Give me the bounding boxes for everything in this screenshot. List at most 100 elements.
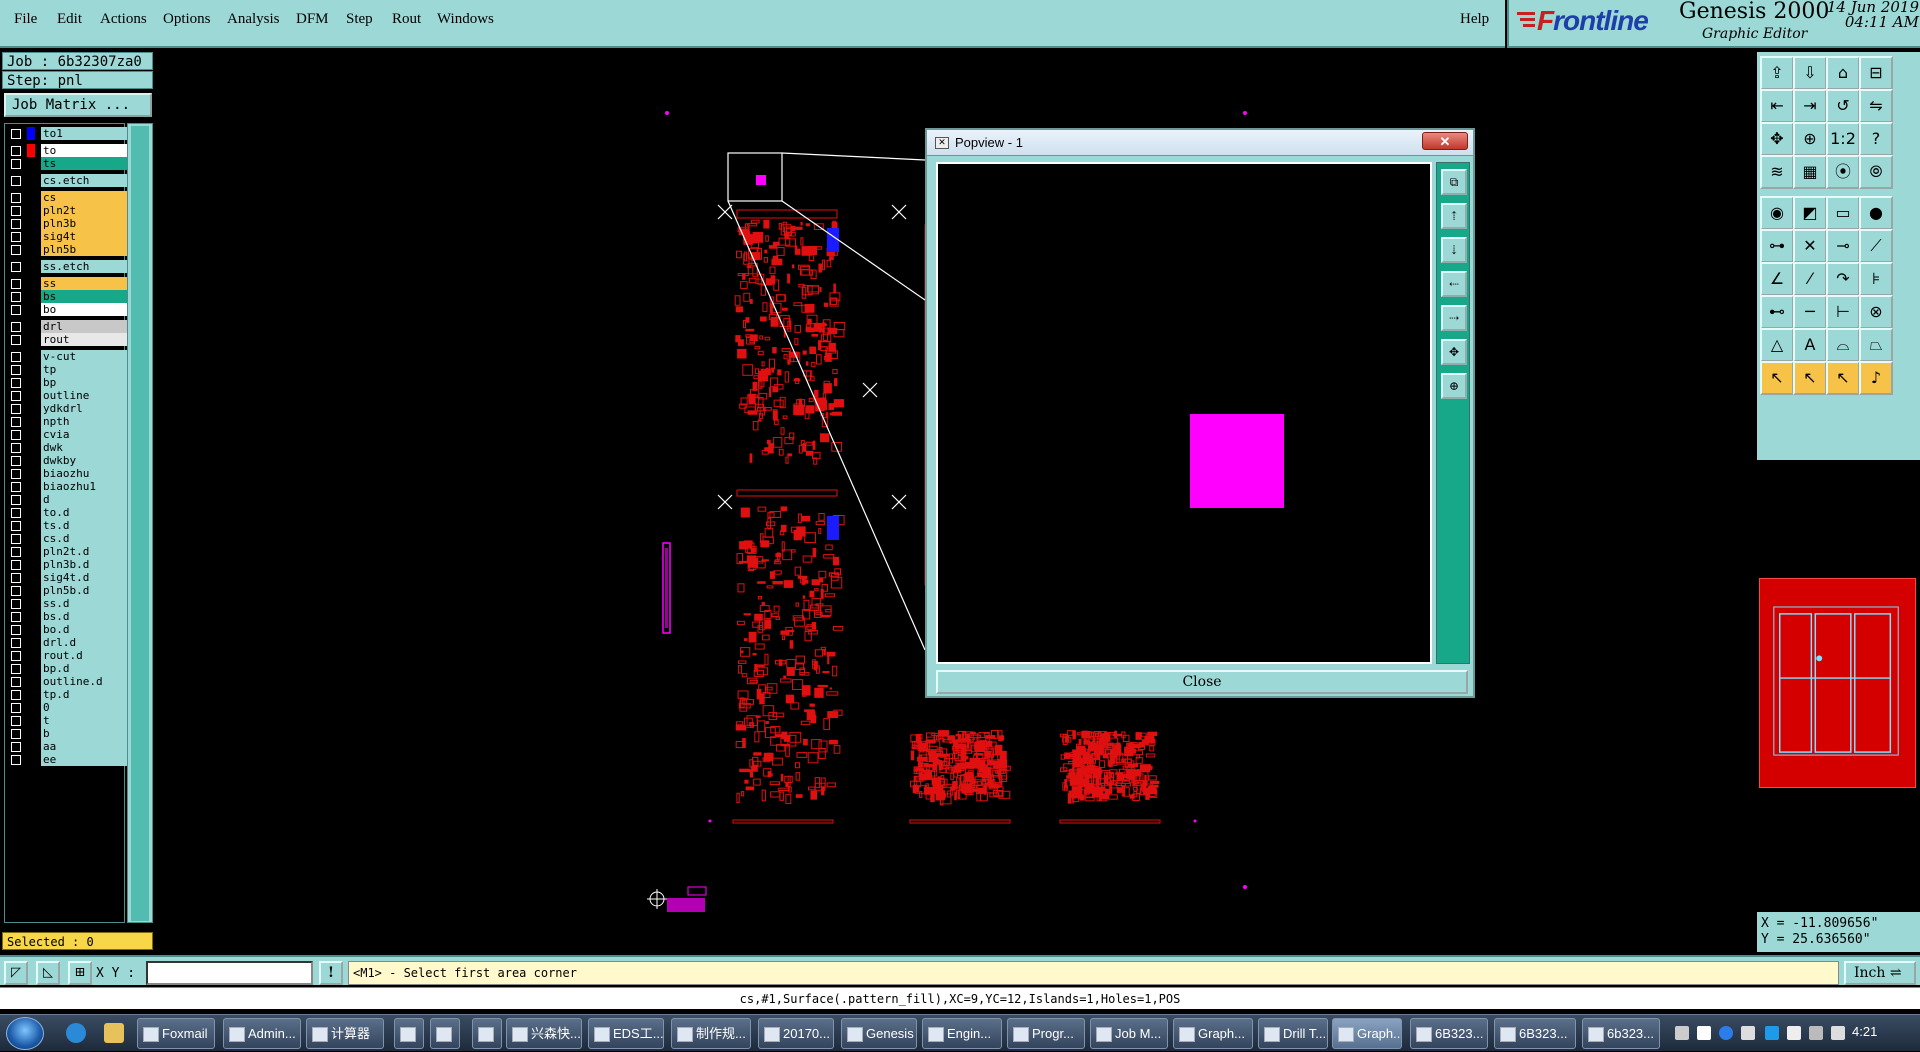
stretch-icon[interactable]: ⊢: [1826, 295, 1860, 329]
layer-row[interactable]: bo.d: [7, 623, 129, 636]
layer-row[interactable]: pln5b.d: [7, 584, 129, 597]
help-tray-icon[interactable]: [1719, 1026, 1733, 1040]
layer-checkbox[interactable]: [11, 430, 21, 440]
layer-checkbox[interactable]: [11, 742, 21, 752]
layer-row[interactable]: bo: [7, 303, 129, 316]
layer-checkbox[interactable]: [11, 716, 21, 726]
menu-actions[interactable]: Actions: [100, 11, 147, 28]
pan-right-icon[interactable]: ⇢: [1441, 305, 1467, 331]
layer-row[interactable]: cvia: [7, 428, 129, 441]
grid-mode-icon[interactable]: ⊞: [68, 961, 92, 985]
layer-checkbox[interactable]: [11, 322, 21, 332]
pattern-icon[interactable]: ⊧: [1859, 262, 1893, 296]
taskbar-item[interactable]: [472, 1018, 502, 1049]
security-icon[interactable]: [1765, 1026, 1779, 1040]
layer-row[interactable]: pln5b: [7, 243, 129, 256]
ie-icon[interactable]: [66, 1023, 86, 1043]
select2-icon[interactable]: ↖: [1793, 361, 1827, 395]
layer-row[interactable]: rout: [7, 333, 129, 346]
menu-edit[interactable]: Edit: [57, 11, 82, 28]
layer-checkbox[interactable]: [11, 677, 21, 687]
layer-row[interactable]: 0: [7, 701, 129, 714]
layer-row[interactable]: pln3b: [7, 217, 129, 230]
layer-checkbox[interactable]: [11, 292, 21, 302]
move-icon[interactable]: ⊷: [1760, 295, 1794, 329]
layer-row[interactable]: bp.d: [7, 662, 129, 675]
taskbar-item[interactable]: 制作规...: [671, 1018, 751, 1049]
layer-row[interactable]: pln2t.d: [7, 545, 129, 558]
pen-icon[interactable]: [1697, 1026, 1711, 1040]
menu-analysis[interactable]: Analysis: [227, 11, 280, 28]
stroke-icon[interactable]: ⁄: [1793, 262, 1827, 296]
taskbar-item[interactable]: 6B323...: [1410, 1018, 1488, 1049]
menu-dfm[interactable]: DFM: [296, 11, 329, 28]
layer-checkbox[interactable]: [11, 638, 21, 648]
layer-row[interactable]: npth: [7, 415, 129, 428]
layer-checkbox[interactable]: [11, 560, 21, 570]
connect-icon[interactable]: ⊶: [1760, 229, 1794, 263]
taskbar-item[interactable]: 计算器: [306, 1018, 384, 1049]
layer-row[interactable]: to.d: [7, 506, 129, 519]
menu-options[interactable]: Options: [163, 11, 211, 28]
explorer-icon[interactable]: [104, 1023, 124, 1043]
taskbar-item[interactable]: EDS工...: [588, 1018, 664, 1049]
snap-mode-icon[interactable]: ◸: [4, 961, 28, 985]
flag-icon[interactable]: [1787, 1026, 1801, 1040]
popview-viewport[interactable]: [936, 162, 1432, 664]
layer-checkbox[interactable]: [11, 456, 21, 466]
layer-checkbox[interactable]: [11, 129, 21, 139]
layer-row[interactable]: sig4t.d: [7, 571, 129, 584]
layer-checkbox[interactable]: [11, 443, 21, 453]
network-icon[interactable]: [1809, 1026, 1823, 1040]
window-icon[interactable]: ⊟: [1859, 56, 1893, 90]
layer-row[interactable]: ts: [7, 157, 129, 170]
taskbar-item[interactable]: [430, 1018, 460, 1049]
layer-row[interactable]: bp: [7, 376, 129, 389]
layer-row[interactable]: v-cut: [7, 350, 129, 363]
line-icon[interactable]: ⊸: [1826, 229, 1860, 263]
slash-icon[interactable]: ⟋: [1859, 229, 1893, 263]
unit-selector[interactable]: Inch ⇌: [1844, 961, 1916, 985]
layer-row[interactable]: outline: [7, 389, 129, 402]
undo-icon[interactable]: ↺: [1826, 89, 1860, 123]
layer-row[interactable]: cs.d: [7, 532, 129, 545]
trapezoid-icon[interactable]: ⏢: [1859, 328, 1893, 362]
help-icon[interactable]: ?: [1859, 122, 1893, 156]
triangle-icon[interactable]: △: [1760, 328, 1794, 362]
menu-help[interactable]: Help: [1460, 11, 1489, 28]
layer-checkbox[interactable]: [11, 534, 21, 544]
layer-row[interactable]: to1: [7, 127, 129, 140]
layer-checkbox[interactable]: [11, 495, 21, 505]
layer-row[interactable]: biaozhu: [7, 467, 129, 480]
layer-row[interactable]: drl.d: [7, 636, 129, 649]
select3-icon[interactable]: ↖: [1826, 361, 1860, 395]
menu-step[interactable]: Step: [346, 11, 373, 28]
taskbar-item[interactable]: Foxmail: [137, 1018, 215, 1049]
pan-down-icon[interactable]: ⇣: [1441, 237, 1467, 263]
layer-checkbox[interactable]: [11, 508, 21, 518]
layer-checkbox[interactable]: [11, 146, 21, 156]
info-icon[interactable]: !: [319, 961, 343, 985]
taskbar-item[interactable]: [394, 1018, 424, 1049]
taskbar-item[interactable]: 兴森快...: [506, 1018, 582, 1049]
swap-icon[interactable]: ⇋: [1859, 89, 1893, 123]
layer-checkbox[interactable]: [11, 703, 21, 713]
save-icon[interactable]: ⇩: [1793, 56, 1827, 90]
taskbar-item[interactable]: 6B323...: [1494, 1018, 1576, 1049]
layer-checkbox[interactable]: [11, 729, 21, 739]
menu-file[interactable]: File: [14, 11, 37, 28]
layer-row[interactable]: pln3b.d: [7, 558, 129, 571]
zoom-fit-icon[interactable]: ⧉: [1441, 169, 1467, 195]
layer-checkbox[interactable]: [11, 755, 21, 765]
zoom-icon[interactable]: ⊕: [1793, 122, 1827, 156]
layers-icon[interactable]: ≋: [1760, 155, 1794, 189]
arrow-icon[interactable]: [1741, 1026, 1755, 1040]
layer-checkbox[interactable]: [11, 469, 21, 479]
scale-icon[interactable]: 1:2: [1826, 122, 1860, 156]
layer-row[interactable]: to: [7, 144, 129, 157]
layer-checkbox[interactable]: [11, 690, 21, 700]
taskbar-item[interactable]: Engin...: [922, 1018, 1002, 1049]
layer-row[interactable]: aa: [7, 740, 129, 753]
taskbar-item[interactable]: Graph...: [1173, 1018, 1253, 1049]
layer-checkbox[interactable]: [11, 219, 21, 229]
